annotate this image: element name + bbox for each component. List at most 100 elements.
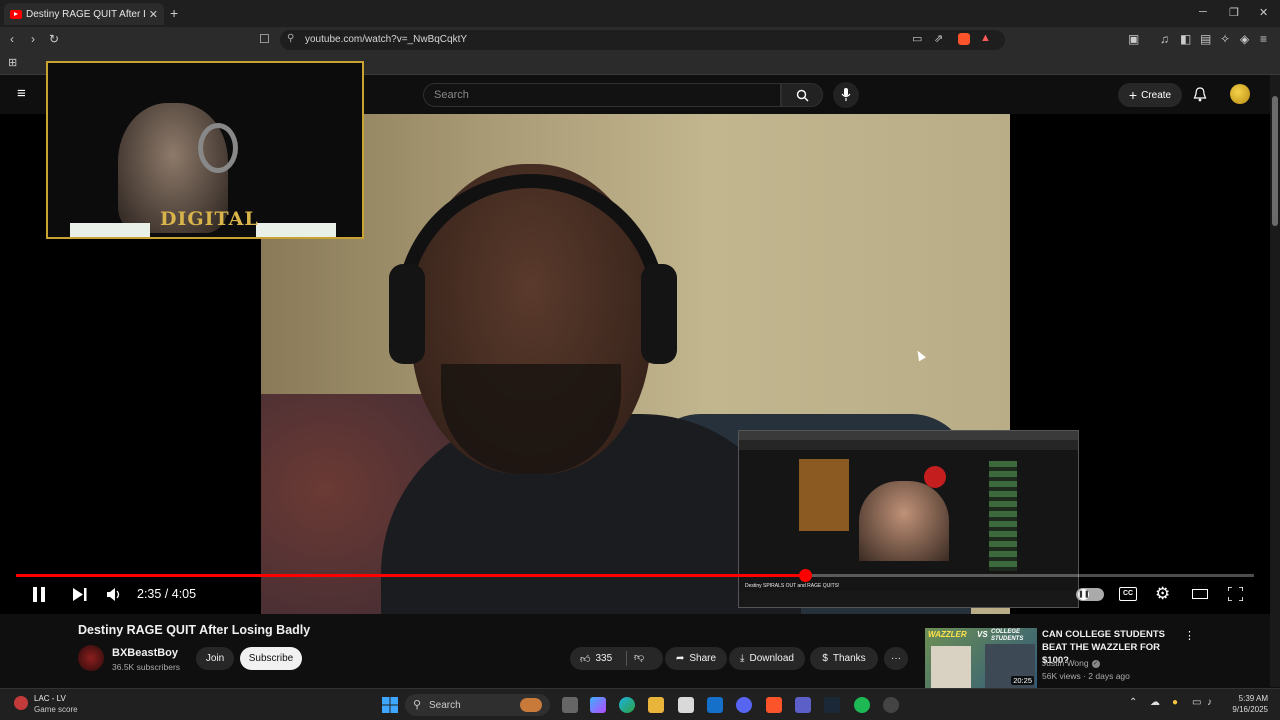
sidebar-toggle-icon[interactable]: ▣ bbox=[1128, 32, 1139, 46]
search-highlight-icon bbox=[520, 698, 542, 712]
progress-bar-played bbox=[16, 574, 805, 577]
fullscreen-icon[interactable] bbox=[1228, 587, 1243, 601]
teams-icon[interactable] bbox=[795, 697, 811, 713]
next-video-icon[interactable] bbox=[73, 588, 87, 601]
dislike-icon[interactable]: 👎︎ bbox=[634, 651, 644, 663]
address-bar[interactable]: ⚲ youtube.com/watch?v=_NwBqCqktY ▭ ⇗ ▲ bbox=[280, 30, 1005, 50]
share-label: Share bbox=[689, 653, 717, 664]
reload-icon[interactable]: ↻ bbox=[49, 32, 59, 46]
create-button[interactable]: + Create bbox=[1118, 83, 1182, 107]
join-button[interactable]: Join bbox=[196, 647, 234, 670]
scrollbar-thumb[interactable] bbox=[1272, 96, 1278, 226]
network-icon[interactable]: ▭ bbox=[1192, 697, 1201, 708]
url-text: youtube.com/watch?v=_NwBqCqktY bbox=[305, 34, 468, 45]
maximize-button[interactable]: ❐ bbox=[1229, 6, 1239, 19]
wallet-icon[interactable]: ▤ bbox=[1200, 32, 1211, 46]
progress-scrubber[interactable] bbox=[799, 569, 812, 582]
webcam-overlay: DIGITAL bbox=[46, 61, 364, 239]
clock-time[interactable]: 5:39 AM bbox=[1222, 694, 1268, 703]
like-count[interactable]: 335 bbox=[595, 653, 612, 664]
webcam-panel-left bbox=[70, 223, 150, 237]
media-icon[interactable]: ♫ bbox=[1160, 32, 1169, 46]
widget-line1[interactable]: LAC - LV bbox=[34, 694, 66, 703]
recommended-more-icon[interactable]: ⋮ bbox=[1184, 629, 1195, 642]
embedded-tab-strip bbox=[739, 431, 1078, 440]
share-button[interactable]: ➦ Share bbox=[665, 647, 727, 670]
outlook-icon[interactable] bbox=[707, 697, 723, 713]
notifications-bell-icon[interactable] bbox=[1193, 87, 1207, 102]
recommended-channel[interactable]: Justin Wong bbox=[1042, 657, 1089, 670]
steam-icon[interactable] bbox=[824, 697, 840, 713]
thanks-button[interactable]: $ Thanks bbox=[810, 647, 878, 670]
thumb-text-wazzler: WAZZLER bbox=[928, 630, 967, 639]
site-info-icon[interactable]: ⚲ bbox=[287, 33, 294, 44]
forward-icon[interactable]: › bbox=[31, 32, 35, 46]
panel-icon[interactable]: ◧ bbox=[1180, 32, 1191, 46]
back-icon[interactable]: ‹ bbox=[10, 32, 14, 46]
search-button[interactable] bbox=[781, 83, 823, 107]
embedded-badge bbox=[924, 466, 946, 488]
more-actions-button[interactable]: ··· bbox=[884, 647, 908, 670]
taskbar-search-icon: ⚲ bbox=[413, 699, 422, 711]
youtube-favicon-icon bbox=[10, 9, 22, 19]
search-placeholder: Search bbox=[434, 89, 469, 101]
channel-avatar[interactable] bbox=[78, 645, 104, 671]
new-tab-button[interactable]: + bbox=[170, 5, 178, 21]
thanks-icon: $ bbox=[822, 653, 828, 664]
subscribe-button[interactable]: Subscribe bbox=[240, 647, 302, 670]
voice-search-button[interactable] bbox=[833, 82, 859, 108]
cast-icon[interactable]: ▭ bbox=[912, 32, 922, 45]
search-icon bbox=[796, 89, 809, 102]
brave-rewards-icon[interactable]: ▲ bbox=[980, 32, 991, 44]
weather-widget-icon[interactable] bbox=[14, 696, 28, 710]
task-view-icon[interactable] bbox=[562, 697, 578, 713]
tab-close-icon[interactable]: ✕ bbox=[149, 8, 158, 21]
embedded-browser-window: Destiny SPIRALS OUT and RAGE QUITS! bbox=[738, 430, 1079, 608]
file-explorer-icon[interactable] bbox=[648, 697, 664, 713]
theater-mode-icon[interactable] bbox=[1192, 589, 1208, 599]
settings-gear-icon[interactable]: ⚙ bbox=[1155, 584, 1170, 604]
onedrive-icon[interactable]: ☁ bbox=[1150, 697, 1160, 708]
verified-icon: ✓ bbox=[1091, 659, 1100, 668]
clock-date[interactable]: 9/16/2025 bbox=[1222, 705, 1268, 714]
windows-start-icon[interactable] bbox=[382, 697, 398, 713]
vpn-icon[interactable]: ◈ bbox=[1240, 32, 1249, 46]
pause-icon[interactable] bbox=[32, 587, 46, 602]
chatgpt-icon[interactable] bbox=[883, 697, 899, 713]
apps-grid-icon[interactable]: ⊞ bbox=[8, 56, 17, 69]
widget-line2[interactable]: Game score bbox=[34, 705, 78, 714]
browser-tab[interactable]: Destiny RAGE QUIT After Losi ✕ bbox=[4, 3, 164, 25]
window-close-button[interactable]: ✕ bbox=[1259, 6, 1268, 19]
webcam-headphones bbox=[198, 123, 238, 173]
menu-icon[interactable]: ≡ bbox=[1260, 32, 1267, 46]
share-page-icon[interactable]: ⇗ bbox=[934, 32, 943, 45]
bookmark-icon[interactable]: ☐ bbox=[259, 32, 270, 46]
brave-browser-icon[interactable] bbox=[766, 697, 782, 713]
autoplay-toggle[interactable]: ❚❚ bbox=[1076, 588, 1104, 601]
tray-overflow-icon[interactable]: ⌃ bbox=[1129, 697, 1137, 708]
leo-icon[interactable]: ✧ bbox=[1220, 32, 1230, 46]
minimize-button[interactable]: ─ bbox=[1199, 6, 1207, 18]
captions-icon[interactable]: CC bbox=[1119, 587, 1137, 601]
channel-name[interactable]: BXBeastBoy bbox=[112, 647, 178, 659]
discord-icon[interactable] bbox=[736, 697, 752, 713]
video-title: Destiny RAGE QUIT After Losing Badly bbox=[78, 623, 311, 637]
volume-icon[interactable] bbox=[107, 588, 121, 601]
webcam-panel-right bbox=[256, 223, 336, 237]
taskbar-search-box[interactable]: ⚲ Search bbox=[405, 694, 550, 716]
microphone-icon bbox=[841, 88, 851, 101]
edge-icon[interactable] bbox=[619, 697, 635, 713]
recommended-thumbnail[interactable]: WAZZLER VS COLLEGE STUDENTS 20:25 bbox=[925, 628, 1037, 688]
store-icon[interactable] bbox=[678, 697, 694, 713]
speaker-icon[interactable]: ♪ bbox=[1207, 697, 1212, 708]
brave-shield-icon[interactable] bbox=[958, 33, 970, 45]
search-input[interactable]: Search bbox=[423, 83, 781, 107]
thumb-person-left bbox=[931, 646, 971, 688]
guide-menu-icon[interactable]: ≡ bbox=[17, 85, 26, 102]
spotify-icon[interactable] bbox=[854, 697, 870, 713]
mic-tray-icon[interactable]: ● bbox=[1172, 697, 1178, 708]
account-avatar[interactable] bbox=[1230, 84, 1250, 104]
like-icon[interactable]: 👍︎ bbox=[580, 653, 590, 665]
copilot-icon[interactable] bbox=[590, 697, 606, 713]
download-button[interactable]: ⤓ Download bbox=[729, 647, 805, 670]
